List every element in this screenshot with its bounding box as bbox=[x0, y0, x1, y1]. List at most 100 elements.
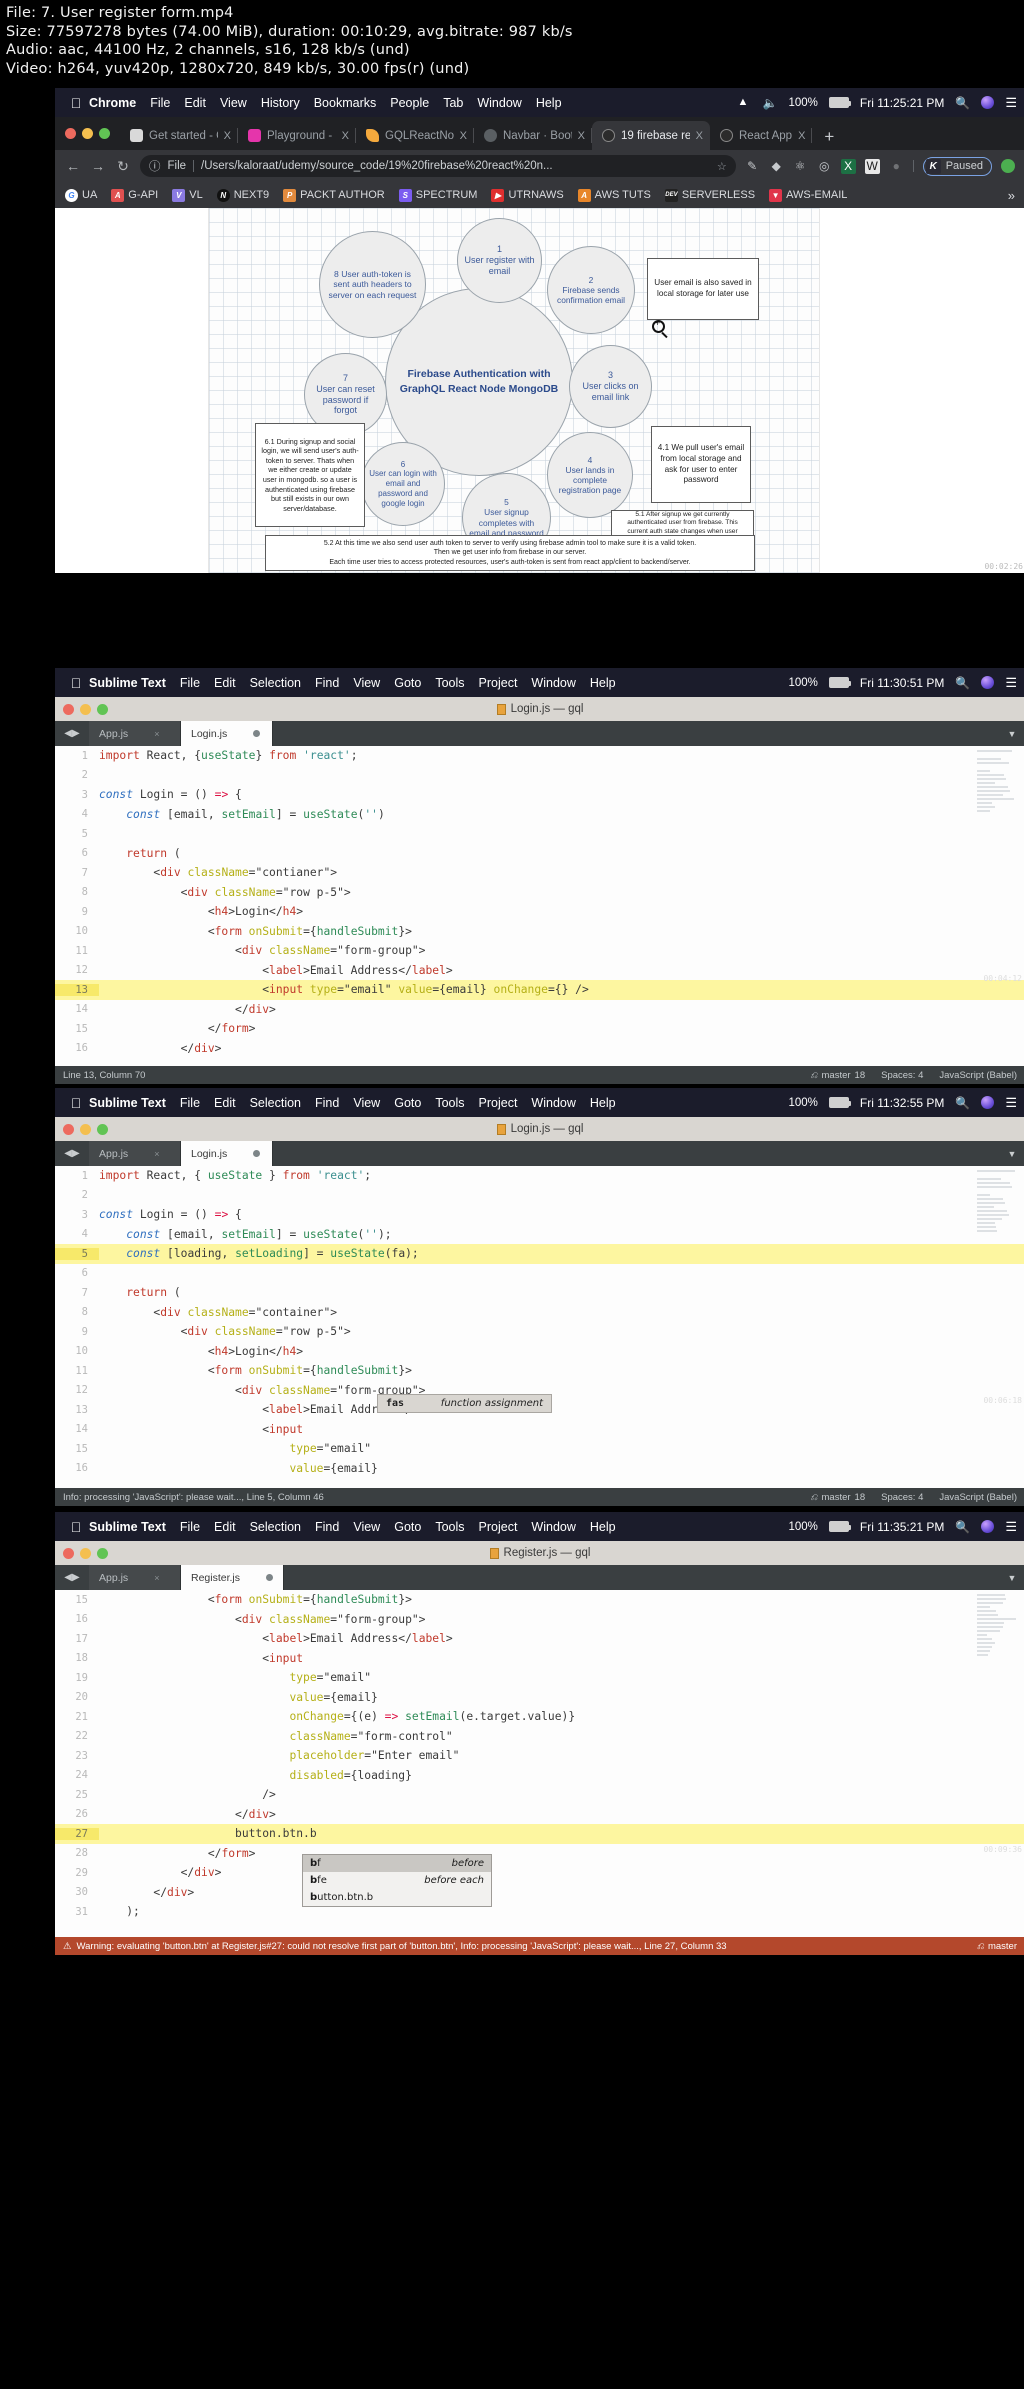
tab-nav-arrows[interactable]: ◀▶ bbox=[55, 1141, 89, 1166]
menu-help[interactable]: Help bbox=[536, 96, 562, 110]
code-line[interactable]: 26 </div> bbox=[55, 1805, 1024, 1825]
code-text[interactable]: value={email} bbox=[99, 1462, 1024, 1475]
editor-tab-unsaved-icon[interactable] bbox=[266, 1574, 274, 1581]
control-center-icon[interactable]: ☰ bbox=[1005, 1095, 1017, 1111]
autocomplete-popup[interactable]: bf before bfe before each button.btn.b bbox=[302, 1854, 492, 1907]
code-line[interactable]: 3 const Login = () => { bbox=[55, 1205, 1024, 1225]
menu-selection[interactable]: Selection bbox=[250, 1096, 301, 1110]
window-traffic-lights[interactable] bbox=[63, 117, 120, 150]
code-text[interactable]: <input type="email" value={email} onChan… bbox=[99, 983, 1024, 996]
code-text[interactable]: </div> bbox=[99, 1808, 1024, 1821]
sublime3-code-area[interactable]: 15 <form onSubmit={handleSubmit}> 16 <div… bbox=[55, 1590, 1024, 1937]
code-line[interactable]: 6 bbox=[55, 1264, 1024, 1284]
menu-project[interactable]: Project bbox=[479, 1096, 518, 1110]
browser-tab-4[interactable]: 19 firebase rea X bbox=[592, 121, 710, 150]
sublime1-code-area[interactable]: 1 import React, {useState} from 'react'; 2… bbox=[55, 746, 1024, 1066]
menubar-app-name[interactable]: Sublime Text bbox=[89, 1096, 166, 1110]
control-center-icon[interactable]: ☰ bbox=[1005, 95, 1017, 111]
bookmark-ua[interactable]: G UA bbox=[65, 188, 97, 202]
back-button[interactable]: ← bbox=[65, 158, 81, 174]
tab-close-icon[interactable]: X bbox=[342, 130, 349, 142]
minimize-window-button[interactable] bbox=[80, 1547, 91, 1559]
tab-close-icon[interactable]: X bbox=[696, 130, 703, 142]
code-text[interactable]: <div className="row p-5"> bbox=[99, 886, 1024, 899]
editor-tab-close-icon[interactable]: × bbox=[154, 729, 159, 739]
code-text[interactable]: ); bbox=[99, 1905, 1024, 1918]
bookmark-serverless[interactable]: DEV SERVERLESS bbox=[664, 188, 755, 202]
close-window-button[interactable] bbox=[65, 128, 76, 139]
minimize-window-button[interactable] bbox=[80, 703, 91, 715]
code-text[interactable]: type="email" bbox=[99, 1442, 1024, 1455]
code-line[interactable]: 22 className="form-control" bbox=[55, 1727, 1024, 1747]
apple-menu-icon[interactable]:  bbox=[63, 675, 89, 691]
menu-view[interactable]: View bbox=[220, 96, 247, 110]
close-window-button[interactable] bbox=[63, 1123, 74, 1135]
menu-selection[interactable]: Selection bbox=[250, 676, 301, 690]
menu-tab[interactable]: Tab bbox=[443, 96, 463, 110]
menu-view[interactable]: View bbox=[353, 1096, 380, 1110]
extension-icon-target[interactable]: ◎ bbox=[817, 159, 832, 174]
menu-edit[interactable]: Edit bbox=[214, 676, 236, 690]
bookmark-packt-author[interactable]: P PACKT AUTHOR bbox=[283, 188, 385, 202]
code-line[interactable]: 16 <div className="form-group"> bbox=[55, 1610, 1024, 1630]
bookmark-g-api[interactable]: A G-API bbox=[111, 188, 158, 202]
window-traffic-lights[interactable] bbox=[63, 1123, 108, 1135]
menu-tools[interactable]: Tools bbox=[435, 1096, 464, 1110]
tab-overflow-caret-icon[interactable]: ▼ bbox=[999, 1141, 1024, 1166]
code-line[interactable]: 4 const [email, setEmail] = useState('')… bbox=[55, 1225, 1024, 1245]
browser-tab-0[interactable]: Get started - C X bbox=[120, 121, 238, 150]
code-text[interactable]: <div className="form-group"> bbox=[99, 1384, 1024, 1397]
code-text[interactable]: placeholder="Enter email" bbox=[99, 1749, 1024, 1762]
spotlight-search-icon[interactable]: 🔍 bbox=[955, 676, 970, 690]
code-line[interactable]: 18 <input bbox=[55, 1649, 1024, 1669]
extension-icon-excel[interactable]: X bbox=[840, 158, 856, 174]
code-line[interactable]: 14 </div> bbox=[55, 1000, 1024, 1020]
spotlight-search-icon[interactable]: 🔍 bbox=[955, 96, 970, 110]
code-text[interactable]: type="email" bbox=[99, 1671, 1024, 1684]
siri-icon[interactable] bbox=[981, 1520, 995, 1533]
wifi-icon[interactable] bbox=[738, 96, 752, 108]
code-text[interactable]: value={email} bbox=[99, 1691, 1024, 1704]
code-line[interactable]: 11 <form onSubmit={handleSubmit}> bbox=[55, 1361, 1024, 1381]
bookmark-aws-email[interactable]: ▼ AWS-EMAIL bbox=[769, 188, 847, 202]
code-text[interactable]: return ( bbox=[99, 847, 1024, 860]
code-line[interactable]: 8 <div className="row p-5"> bbox=[55, 883, 1024, 903]
siri-icon[interactable] bbox=[981, 676, 995, 689]
code-text[interactable]: const Login = () => { bbox=[99, 788, 1024, 801]
window-traffic-lights[interactable] bbox=[63, 703, 108, 715]
menu-goto[interactable]: Goto bbox=[394, 1096, 421, 1110]
autocomplete-item-2[interactable]: button.btn.b bbox=[303, 1889, 491, 1906]
menu-file[interactable]: File bbox=[150, 96, 170, 110]
forward-button[interactable]: → bbox=[90, 158, 106, 174]
code-line[interactable]: 1 import React, { useState } from 'react'… bbox=[55, 1166, 1024, 1186]
siri-icon[interactable] bbox=[981, 96, 995, 109]
code-text[interactable]: <label>Email Address</label> bbox=[99, 1632, 1024, 1645]
code-text[interactable]: button.btn.b bbox=[99, 1827, 1024, 1840]
code-line[interactable]: 21 onChange={(e) => setEmail(e.target.va… bbox=[55, 1707, 1024, 1727]
code-text[interactable]: const [email, setEmail] = useState('') bbox=[99, 808, 1024, 821]
browser-tab-2[interactable]: GQLReactNod X bbox=[356, 121, 474, 150]
code-text[interactable]: import React, {useState} from 'react'; bbox=[99, 749, 1024, 762]
git-branch-label[interactable]: master bbox=[822, 1492, 851, 1503]
code-line[interactable]: 3 const Login = () => { bbox=[55, 785, 1024, 805]
bookmark-next9[interactable]: N NEXT9 bbox=[216, 188, 269, 202]
code-text[interactable]: <h4>Login</h4> bbox=[99, 905, 1024, 918]
menu-project[interactable]: Project bbox=[479, 676, 518, 690]
menu-file[interactable]: File bbox=[180, 676, 200, 690]
editor-tab-unsaved-icon[interactable] bbox=[253, 730, 261, 737]
tab-close-icon[interactable]: X bbox=[460, 130, 467, 142]
extension-icon-diamond[interactable]: ◆ bbox=[769, 159, 784, 174]
menu-find[interactable]: Find bbox=[315, 676, 339, 690]
menu-window[interactable]: Window bbox=[531, 1520, 575, 1534]
tab-overflow-caret-icon[interactable]: ▼ bbox=[999, 1565, 1024, 1590]
minimap[interactable] bbox=[977, 1594, 1021, 1680]
page-info-icon[interactable]: ⓘ bbox=[149, 158, 161, 174]
code-line[interactable]: 23 placeholder="Enter email" bbox=[55, 1746, 1024, 1766]
code-line[interactable]: 27 button.btn.b bbox=[55, 1824, 1024, 1844]
bookmark-utrnaws[interactable]: ▶ UTRNAWS bbox=[491, 188, 564, 202]
apple-menu-icon[interactable]:  bbox=[63, 95, 89, 111]
menu-tools[interactable]: Tools bbox=[435, 676, 464, 690]
code-text[interactable]: return ( bbox=[99, 1286, 1024, 1299]
extension-icon-word[interactable]: W bbox=[864, 158, 880, 174]
syntax-mode[interactable]: JavaScript (Babel) bbox=[939, 1070, 1017, 1081]
